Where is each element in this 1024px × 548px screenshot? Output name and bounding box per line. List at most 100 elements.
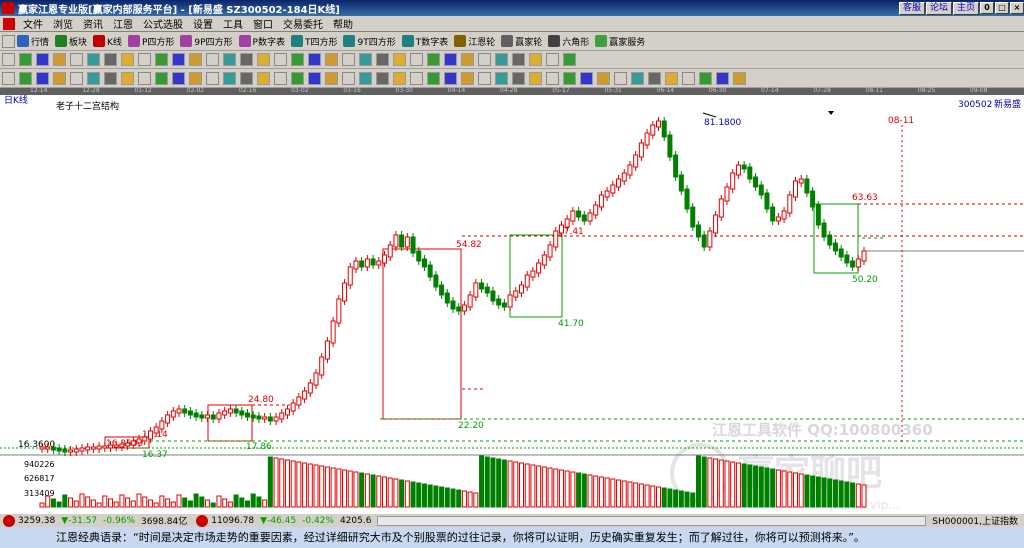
indicator-tool-29-icon[interactable] (478, 71, 491, 85)
draw-tool-21-icon[interactable] (342, 53, 355, 66)
indicator-tool-6-icon[interactable] (87, 71, 100, 85)
indicator-tool-20-icon[interactable] (325, 71, 338, 85)
indicator-tool-31-icon[interactable] (512, 71, 525, 85)
homepage-button[interactable]: 主页 (952, 1, 979, 15)
indicator-tool-23-icon[interactable] (376, 71, 389, 85)
menu-settings[interactable]: 设置 (188, 16, 218, 31)
kline-chart[interactable]: 日K线 老子十二宫结构 300502 新易盛 江恩工具软件 QQ:1008003… (0, 94, 1024, 513)
draw-tool-18-icon[interactable] (291, 53, 304, 66)
toolbar-p-table-button[interactable]: P数字表 (238, 35, 285, 48)
maximize-button[interactable]: □ (995, 2, 1009, 14)
horizontal-scrollbar[interactable] (377, 515, 927, 526)
toolbar-9t-square-button[interactable]: 9T四方形 (343, 35, 396, 48)
toolbar-t-table-button[interactable]: T数字表 (401, 35, 448, 48)
indicator-tool-4-icon[interactable] (53, 71, 66, 85)
indicator-tool-3-icon[interactable] (36, 71, 49, 85)
draw-tool-9-icon[interactable] (138, 53, 151, 66)
indicator-tool-2-icon[interactable] (19, 71, 32, 85)
toolbar-grid-button[interactable]: 行情 (17, 35, 49, 48)
indicator-tool-24-icon[interactable] (393, 71, 406, 85)
indicator-tool-1-icon[interactable] (2, 71, 15, 85)
draw-tool-28-icon[interactable] (461, 53, 474, 66)
indicator-tool-41-icon[interactable] (682, 71, 695, 85)
menu-tools[interactable]: 工具 (218, 16, 248, 31)
toolbar-t-square-button[interactable]: T四方形 (290, 35, 337, 48)
indicator-tool-43-icon[interactable] (716, 71, 729, 85)
draw-tool-25-icon[interactable] (410, 53, 423, 66)
indicator-tool-40-icon[interactable] (665, 71, 678, 85)
draw-tool-2-icon[interactable] (19, 53, 32, 66)
indicator-tool-25-icon[interactable] (410, 71, 423, 85)
indicator-tool-21-icon[interactable] (342, 71, 355, 85)
toolbar-hexagon-button[interactable]: 六角形 (548, 35, 589, 48)
draw-tool-33-icon[interactable] (546, 53, 559, 66)
draw-tool-32-icon[interactable] (529, 53, 542, 66)
draw-tool-31-icon[interactable] (512, 53, 525, 66)
menu-help[interactable]: 帮助 (328, 16, 358, 31)
toolbar-9p-square-button[interactable]: 9P四方形 (180, 35, 233, 48)
toolbar-winner-wheel-button[interactable]: 赢家轮 (501, 35, 542, 48)
support-button[interactable]: 客服 (898, 1, 925, 15)
toolbar-gann-wheel-button[interactable]: 江恩轮 (454, 35, 495, 48)
toolbar-p-square-button[interactable]: P四方形 (127, 35, 174, 48)
draw-tool-10-icon[interactable] (155, 53, 168, 66)
draw-tool-15-icon[interactable] (240, 53, 253, 66)
indicator-tool-30-icon[interactable] (495, 71, 508, 85)
draw-tool-12-icon[interactable] (189, 53, 202, 66)
toolbar-service-button[interactable]: 赢家服务 (595, 35, 645, 48)
draw-tool-24-icon[interactable] (393, 53, 406, 66)
indicator-tool-34-icon[interactable] (563, 71, 576, 85)
indicator-tool-36-icon[interactable] (597, 71, 610, 85)
draw-tool-27-icon[interactable] (444, 53, 457, 66)
indicator-tool-19-icon[interactable] (308, 71, 321, 85)
close-button[interactable]: × (1010, 2, 1024, 14)
draw-tool-14-icon[interactable] (223, 53, 236, 66)
indicator-tool-17-icon[interactable] (274, 71, 287, 85)
draw-tool-20-icon[interactable] (325, 53, 338, 66)
menu-news[interactable]: 资讯 (78, 16, 108, 31)
draw-tool-26-icon[interactable] (427, 53, 440, 66)
draw-tool-23-icon[interactable] (376, 53, 389, 66)
draw-tool-16-icon[interactable] (257, 53, 270, 66)
indicator-tool-42-icon[interactable] (699, 71, 712, 85)
indicator-tool-11-icon[interactable] (172, 71, 185, 85)
indicator-tool-15-icon[interactable] (240, 71, 253, 85)
index-selector[interactable]: SH000001,上证指数 (932, 514, 1018, 527)
indicator-tool-7-icon[interactable] (104, 71, 117, 85)
draw-tool-8-icon[interactable] (121, 53, 134, 66)
menu-window[interactable]: 窗口 (248, 16, 278, 31)
menu-formula-screen[interactable]: 公式选股 (138, 16, 188, 31)
indicator-tool-28-icon[interactable] (461, 71, 474, 85)
draw-tool-30-icon[interactable] (495, 53, 508, 66)
toolbar-candles-button[interactable]: K线 (93, 35, 122, 48)
draw-tool-1-icon[interactable] (2, 53, 15, 66)
draw-tool-13-icon[interactable] (206, 53, 219, 66)
toolbar-blocks-button[interactable]: 板块 (55, 35, 87, 48)
menu-trade[interactable]: 交易委托 (278, 16, 328, 31)
minimize-button[interactable]: 0 (980, 2, 994, 14)
indicator-tool-18-icon[interactable] (291, 71, 304, 85)
draw-tool-3-icon[interactable] (36, 53, 49, 66)
draw-tool-17-icon[interactable] (274, 53, 287, 66)
indicator-tool-10-icon[interactable] (155, 71, 168, 85)
draw-tool-29-icon[interactable] (478, 53, 491, 66)
indicator-tool-26-icon[interactable] (427, 71, 440, 85)
indicator-tool-14-icon[interactable] (223, 71, 236, 85)
indicator-tool-5-icon[interactable] (70, 71, 83, 85)
draw-tool-6-icon[interactable] (87, 53, 100, 66)
indicator-tool-33-icon[interactable] (546, 71, 559, 85)
indicator-tool-8-icon[interactable] (121, 71, 134, 85)
draw-tool-4-icon[interactable] (53, 53, 66, 66)
draw-tool-22-icon[interactable] (359, 53, 372, 66)
indicator-tool-37-icon[interactable] (614, 71, 627, 85)
menu-browse[interactable]: 浏览 (48, 16, 78, 31)
indicator-tool-9-icon[interactable] (138, 71, 151, 85)
indicator-tool-38-icon[interactable] (631, 71, 644, 85)
menu-gann[interactable]: 江恩 (108, 16, 138, 31)
indicator-tool-44-icon[interactable] (733, 71, 746, 85)
indicator-tool-39-icon[interactable] (648, 71, 661, 85)
indicator-tool-32-icon[interactable] (529, 71, 542, 85)
indicator-tool-12-icon[interactable] (189, 71, 202, 85)
indicator-tool-27-icon[interactable] (444, 71, 457, 85)
draw-tool-7-icon[interactable] (104, 53, 117, 66)
